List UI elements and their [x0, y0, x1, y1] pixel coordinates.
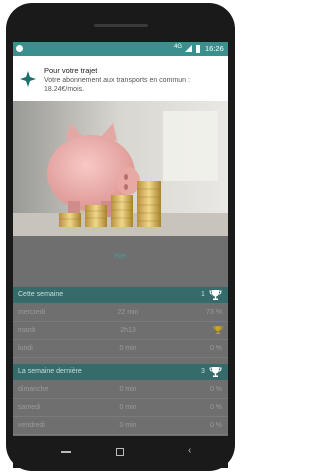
- network-type: 4G: [174, 44, 183, 50]
- day-label: dimanche: [18, 386, 49, 393]
- notification-dot-icon: [16, 45, 23, 52]
- section-label: Cette semaine: [18, 291, 64, 298]
- yesterday-label: Hier: [114, 253, 127, 260]
- navigation-bar: ‹: [13, 436, 228, 468]
- signal-icon: [185, 45, 192, 52]
- trophy-icon: [209, 367, 222, 377]
- duration-value: 0 min: [119, 422, 137, 429]
- notification-title: Pour votre trajet: [44, 66, 98, 75]
- list-item[interactable]: dimanche 0 min 0 %: [13, 381, 228, 399]
- day-label: vendredi: [18, 422, 45, 429]
- day-label: lundi: [18, 345, 33, 352]
- duration-value: 2h13: [120, 327, 136, 334]
- list-item[interactable]: vendredi 0 min 0 %: [13, 417, 228, 435]
- percent-value: 0 %: [209, 422, 222, 429]
- battery-icon: [196, 45, 200, 53]
- notification-card[interactable]: Pour votre trajet Votre abonnement aux t…: [13, 56, 228, 236]
- day-label: mercredi: [18, 309, 46, 316]
- phone-speaker: [94, 24, 148, 27]
- day-label: samedi: [18, 404, 41, 411]
- trophy-count: 1: [201, 291, 205, 298]
- app-logo-icon: [20, 71, 36, 87]
- percent-value: 0 %: [209, 386, 222, 393]
- percent-value: 0 %: [209, 345, 222, 352]
- section-this-week: Cette semaine 1: [13, 287, 228, 303]
- status-bar: 4G 16:26: [13, 42, 228, 56]
- list-item[interactable]: lundi 0 min 0 %: [13, 340, 228, 358]
- day-label: mardi: [18, 327, 36, 334]
- trophy-icon: [209, 290, 222, 300]
- percent-value: 0 %: [209, 404, 222, 411]
- list-item[interactable]: mercredi 22 min 73 %: [13, 304, 228, 322]
- trophy-icon: [213, 326, 223, 334]
- status-time: 16:26: [205, 44, 224, 53]
- list-item[interactable]: samedi 0 min 0 %: [13, 399, 228, 417]
- notification-body: Votre abonnement aux transports en commu…: [44, 77, 190, 93]
- piggy-bank-image: [13, 101, 228, 236]
- duration-value: 0 min: [119, 404, 137, 411]
- screen: 4G 16:26 Hier Cette semaine 1 mercredi 2…: [13, 42, 228, 436]
- menu-button[interactable]: [61, 451, 71, 453]
- section-last-week: La semaine dernière 3: [13, 364, 228, 380]
- list-item[interactable]: mardi 2h13: [13, 322, 228, 340]
- trophy-count: 3: [201, 368, 205, 375]
- section-label: La semaine dernière: [18, 368, 82, 375]
- duration-value: 0 min: [119, 386, 137, 393]
- duration-value: 0 min: [119, 345, 137, 352]
- home-button[interactable]: [116, 448, 124, 456]
- back-button[interactable]: ‹: [188, 445, 191, 456]
- percent-value: 73 %: [206, 309, 222, 316]
- duration-value: 22 min: [117, 309, 139, 316]
